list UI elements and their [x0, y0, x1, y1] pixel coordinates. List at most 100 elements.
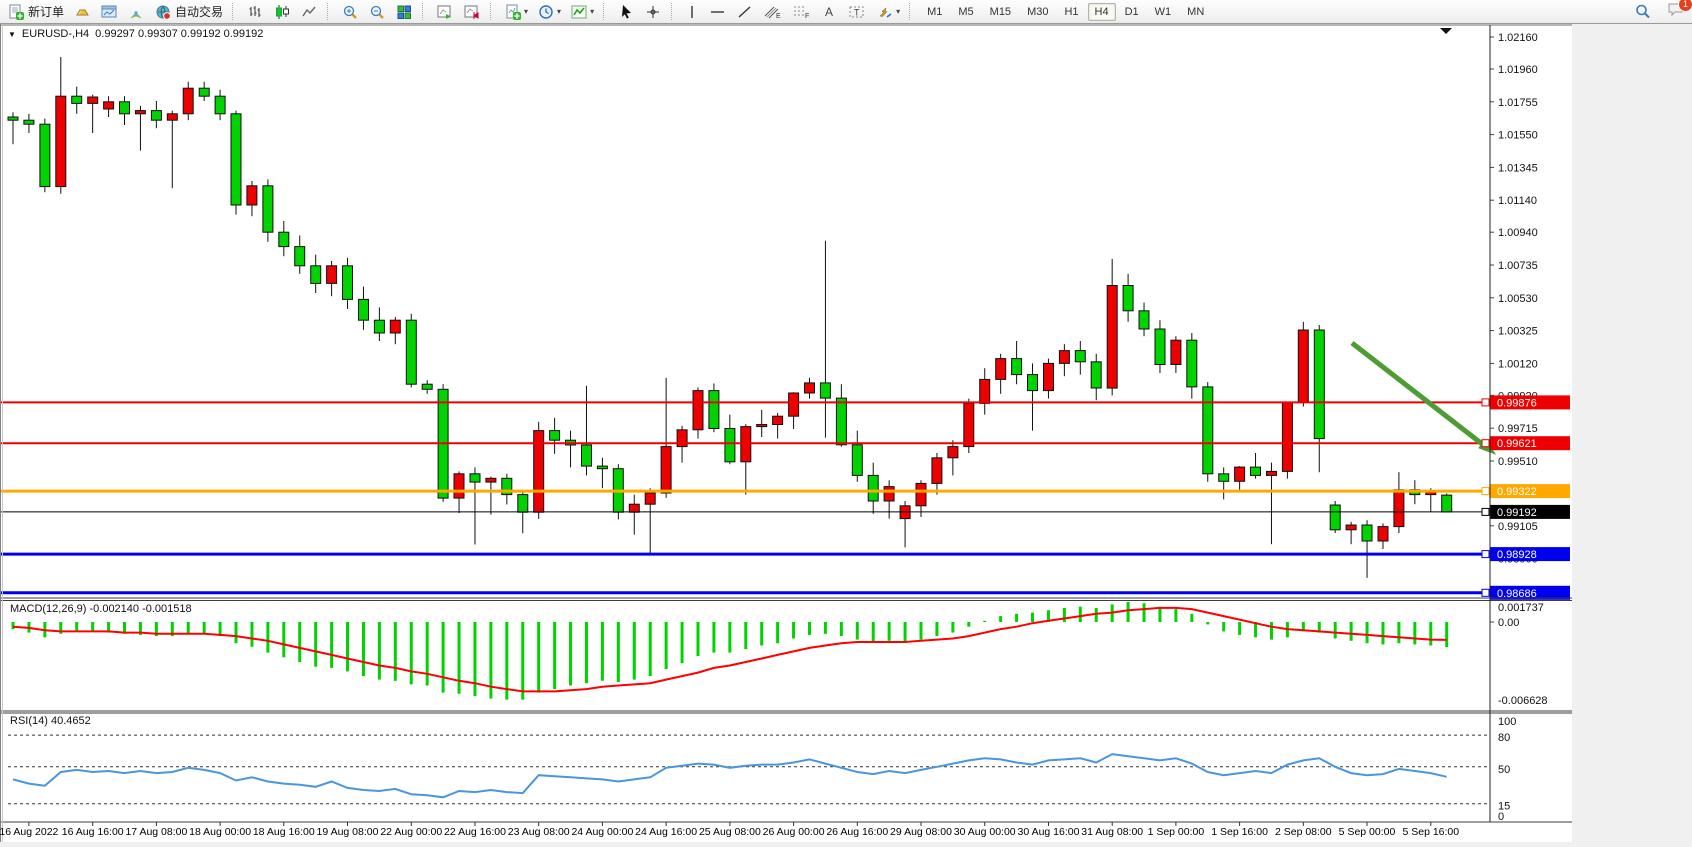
notification-badge: 1 [1678, 0, 1692, 12]
chart-symbol-label: EURUSD-,H4 [22, 28, 89, 40]
time-label: 5 Sep 00:00 [1339, 826, 1396, 838]
svg-text:A: A [825, 5, 833, 19]
price-line-badge: 0.98928 [1497, 549, 1537, 561]
time-label: 19 Aug 08:00 [317, 826, 379, 838]
price-tick-label: 1.01960 [1498, 64, 1538, 76]
window-bottom-strip [0, 842, 1572, 847]
gold-button[interactable] [70, 1, 95, 23]
time-label: 30 Aug 00:00 [954, 826, 1016, 838]
time-label: 30 Aug 16:00 [1018, 826, 1080, 838]
timeframe-M1-button[interactable]: M1 [920, 3, 949, 21]
candlestick-chart-button[interactable] [270, 1, 295, 23]
hline-icon [709, 4, 726, 20]
chart-title-collapse-icon[interactable]: ▼ [8, 30, 16, 39]
indicators-button[interactable]: ▾ [567, 1, 598, 23]
macd-scale-max: 0.001737 [1498, 602, 1544, 614]
rsi-scale-label: 80 [1498, 732, 1510, 744]
rsi-value: 40.4652 [51, 715, 91, 727]
search-button[interactable] [1630, 1, 1656, 23]
chevron-down-icon[interactable]: ▾ [590, 7, 594, 16]
zoom-in-icon [342, 4, 359, 20]
zoom-out-button[interactable] [365, 1, 390, 23]
price-line-badge: 0.99322 [1497, 486, 1537, 498]
text-label-button[interactable]: T [844, 1, 871, 23]
auto-scroll-button[interactable] [433, 1, 458, 23]
timeframe-H4-button[interactable]: H4 [1088, 3, 1116, 21]
bar-chart-icon [247, 4, 264, 20]
rsi-scale-label: 50 [1498, 764, 1510, 776]
chart-ohlc-values: 0.99297 0.99307 0.99192 0.99192 [95, 28, 263, 40]
equidistant-channel-button[interactable]: E [759, 1, 786, 23]
main-toolbar: 新订单 自动交易 ▾ ▾ ▾ E F A T ▾ M1M5M15M30H1H4D1W1MN 1 [0, 0, 1692, 24]
charts-window-button[interactable] [97, 1, 122, 23]
time-label: 18 Aug 00:00 [189, 826, 251, 838]
channel-icon: E [763, 4, 782, 20]
charts-icon [101, 4, 118, 20]
new-order-icon [8, 4, 25, 20]
price-tick-label: 1.00120 [1498, 358, 1538, 370]
price-tick-label: 1.00940 [1498, 227, 1538, 239]
zoom-in-button[interactable] [338, 1, 363, 23]
fibonacci-button[interactable]: F [788, 1, 815, 23]
timeframe-M5-button[interactable]: M5 [951, 3, 980, 21]
profiles-button[interactable]: ▾ [534, 1, 565, 23]
time-label: 24 Aug 16:00 [635, 826, 697, 838]
time-label: 16 Aug 2022 [0, 826, 58, 838]
indicators-icon [571, 4, 588, 20]
price-chart[interactable]: 1.021601.019601.017551.015501.013451.011… [0, 24, 1572, 847]
autotrading-button-label: 自动交易 [175, 3, 223, 20]
macd-scale-zero: 0.00 [1498, 617, 1519, 629]
trendline-button[interactable] [732, 1, 757, 23]
time-label: 16 Aug 16:00 [62, 826, 124, 838]
time-axis[interactable]: 16 Aug 2022 16 Aug 16:0017 Aug 08:0018 Au… [0, 824, 1490, 842]
timeframe-M15-button[interactable]: M15 [983, 3, 1018, 21]
timeframe-MN-button[interactable]: MN [1180, 3, 1211, 21]
new-chart-button[interactable]: ▾ [501, 1, 532, 23]
horizontal-line-button[interactable] [705, 1, 730, 23]
signals-button[interactable] [124, 1, 149, 23]
tile-windows-button[interactable] [392, 1, 417, 23]
vertical-line-button[interactable] [682, 1, 703, 23]
chevron-down-icon[interactable]: ▾ [557, 7, 561, 16]
arrows-icon [877, 4, 894, 20]
time-label: 26 Aug 16:00 [826, 826, 888, 838]
crosshair-button[interactable] [641, 1, 666, 23]
time-label: 17 Aug 08:00 [125, 826, 187, 838]
time-label: 26 Aug 00:00 [763, 826, 825, 838]
macd-name: MACD(12,26,9) [10, 603, 86, 615]
rsi-indicator-label: RSI(14) 40.4652 [10, 715, 91, 727]
line-chart-button[interactable] [297, 1, 322, 23]
timeframe-D1-button[interactable]: D1 [1118, 3, 1146, 21]
autotrading-button[interactable]: 自动交易 [151, 1, 227, 23]
candle-chart-icon [274, 4, 291, 20]
arrows-button[interactable]: ▾ [873, 1, 904, 23]
price-tick-label: 1.01755 [1498, 97, 1538, 109]
text-button[interactable]: A [817, 1, 842, 23]
new-order-button[interactable]: 新订单 [4, 1, 68, 23]
svg-text:T: T [854, 7, 860, 17]
timeframe-M30-button[interactable]: M30 [1020, 3, 1055, 21]
new-chart-icon [505, 4, 522, 20]
autotrading-icon [155, 4, 172, 20]
chevron-down-icon[interactable]: ▾ [896, 7, 900, 16]
timeframe-H1-button[interactable]: H1 [1057, 3, 1085, 21]
bar-chart-button[interactable] [243, 1, 268, 23]
cursor-button[interactable] [614, 1, 639, 23]
chart-window[interactable]: 1.021601.019601.017551.015501.013451.011… [0, 24, 1572, 847]
macd-scale-min: -0.006628 [1498, 695, 1548, 707]
svg-text:F: F [805, 13, 809, 20]
text-icon: A [821, 4, 838, 20]
notifications-button[interactable]: 1 [1667, 1, 1686, 23]
trendline-icon [736, 4, 753, 20]
price-line-badge: 0.99192 [1497, 507, 1537, 519]
chart-shift-button[interactable] [460, 1, 485, 23]
time-label: 1 Sep 16:00 [1211, 826, 1268, 838]
chart-title: ▼ EURUSD-,H4 0.99297 0.99307 0.99192 0.9… [8, 28, 263, 40]
macd-signal-value: -0.001518 [142, 603, 192, 615]
crosshair-icon [645, 4, 662, 20]
chevron-down-icon[interactable]: ▾ [524, 7, 528, 16]
macd-indicator-label: MACD(12,26,9) -0.002140 -0.001518 [10, 603, 192, 615]
timeframe-W1-button[interactable]: W1 [1148, 3, 1179, 21]
fibonacci-icon: F [792, 4, 811, 20]
time-label: 24 Aug 00:00 [571, 826, 633, 838]
